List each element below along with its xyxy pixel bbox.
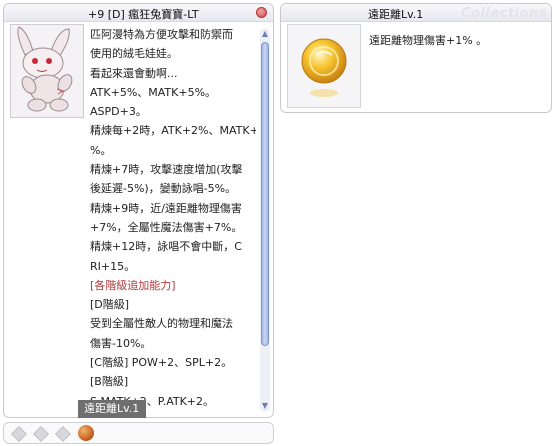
description-line: 匹阿漫特為方便攻擊和防禦而 [90,28,233,41]
description-line: [B階級] [90,375,129,389]
scroll-down-arrow-icon[interactable]: ▼ [261,402,269,410]
description-line: [C階級] POW+2、SPL+2。 [90,356,233,370]
bunny-plush-icon [17,26,73,112]
scroll-up-arrow-icon[interactable]: ▲ [261,30,269,38]
scroll-thumb[interactable] [261,42,269,346]
description-line: 傷害-10%。 [90,336,152,350]
description-line: RI+15。 [90,259,136,273]
empty-card-slot-icon[interactable] [33,426,49,442]
description-line: ASPD+3。 [90,105,147,119]
description-line: 看起來還會動啊... [90,66,178,80]
skill-image [287,24,361,108]
description-line: 使用的絨毛娃娃。 [90,47,178,61]
description-line: [D階級] [90,298,130,312]
close-button[interactable] [256,7,267,18]
item-info-window: +9 [D] 瘋狂兔寶寶-LT 匹阿漫特為方便攻擊和防禦而 使用的絨毛娃娃。 看起來… [3,3,274,418]
skill-description: 遠距離物理傷害+1% 。 [369,34,488,47]
enchant-orb-icon[interactable] [78,425,94,441]
item-description: 匹阿漫特為方便攻擊和防禦而 使用的絨毛娃娃。 看起來還會動啊... ATK+5%、MA… [90,25,256,415]
description-line: +7%，全屬性魔法傷害+7%。 [90,220,243,234]
description-line: 精煉+12時，詠唱不會中斷，C [90,240,242,254]
item-image [10,24,84,118]
description-line: 精煉+9時，近/遠距離物理傷害 [90,201,242,215]
collections-watermark: Collections [460,6,547,21]
skill-info-window: 遠距離Lv.1 Collections 遠距離物理傷害+1% 。 [280,3,552,113]
empty-card-slot-icon[interactable] [11,426,27,442]
skill-tooltip: 遠距離Lv.1 [78,400,146,418]
card-slot-bar [3,422,274,444]
description-line: 受到全屬性敵人的物理和魔法 [90,317,233,331]
golden-orb-icon [301,38,347,97]
item-name: +9 [D] 瘋狂兔寶寶-LT [88,8,199,21]
item-title-bar[interactable]: +9 [D] 瘋狂兔寶寶-LT [4,4,273,22]
description-line: ATK+5%、MATK+5%。 [90,85,217,99]
empty-card-slot-icon[interactable] [55,426,71,442]
description-line: %。 [90,143,112,157]
skill-title-bar[interactable]: 遠距離Lv.1 Collections [281,4,551,22]
description-line: 後延遲-5%)，變動詠唱-5%。 [90,182,237,196]
grade-bonus-heading: [各階級追加能力] [90,278,176,292]
description-line: 精煉每+2時，ATK+2%、MATK+2 [90,124,256,138]
description-scrollbar[interactable]: ▲ ▼ [260,28,270,412]
skill-name: 遠距離Lv.1 [368,8,424,21]
description-line: 精煉+7時，攻擊速度增加(攻擊 [90,163,243,177]
